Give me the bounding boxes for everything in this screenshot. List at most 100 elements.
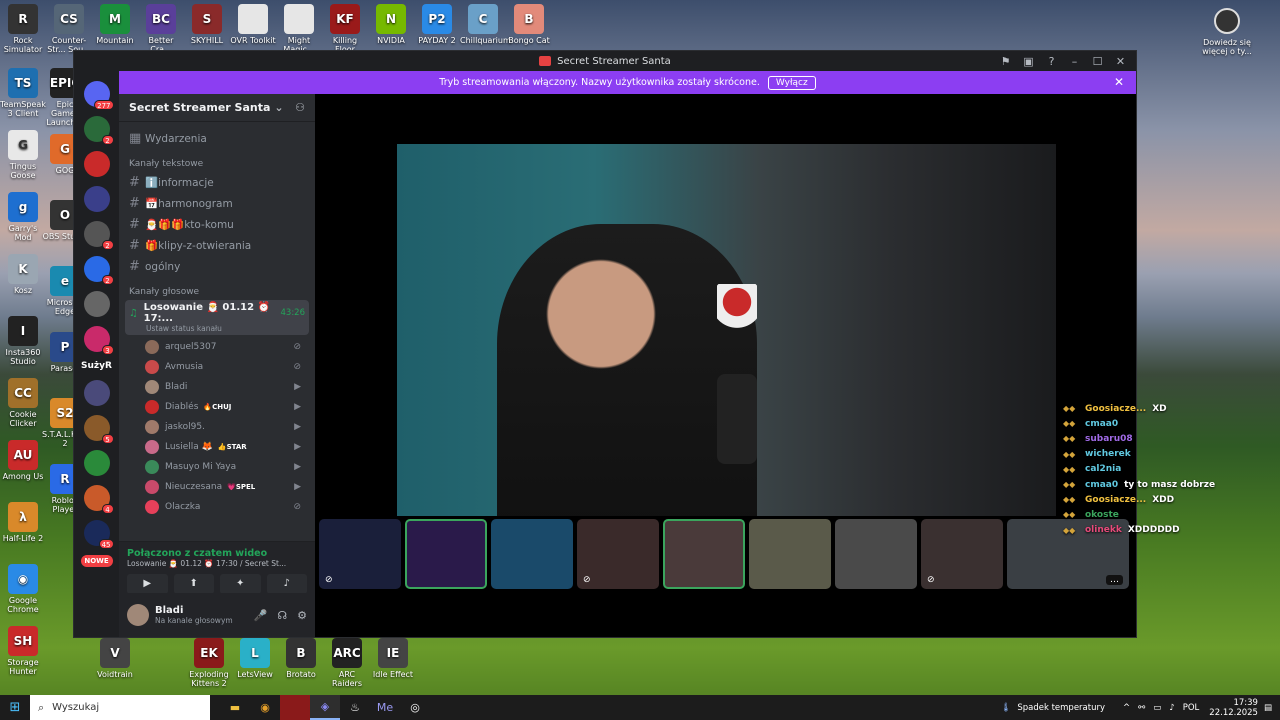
volume-icon[interactable]: ♪ [1169, 703, 1174, 713]
participant-tile[interactable] [663, 519, 745, 589]
voice-user[interactable]: Nieuczesana 💗SPEL ▶ [125, 477, 309, 497]
text-channel[interactable]: # ogólny [125, 256, 309, 277]
direct-messages-icon[interactable]: 277 [83, 81, 114, 110]
steam-icon[interactable]: ♨ [340, 695, 370, 720]
inbox-icon[interactable]: ⚑ [994, 55, 1017, 68]
server-icon[interactable] [83, 291, 110, 317]
more-options-icon[interactable]: … [1106, 575, 1123, 585]
desktop-icon[interactable]: λ Half-Life 2 [0, 502, 46, 543]
notifications-icon[interactable]: ▤ [1264, 703, 1272, 713]
server-icon[interactable]: 2 [83, 116, 114, 145]
text-channel[interactable]: # 📅harmonogram [125, 193, 309, 214]
media-encoder-icon[interactable]: Me [370, 695, 400, 720]
activities-button[interactable]: ✦ [220, 574, 261, 594]
participant-tile[interactable]: ⊘ [921, 519, 1003, 589]
participant-tile[interactable]: ⊘ [577, 519, 659, 589]
voice-user[interactable]: Olaczka ⊘ [125, 497, 309, 517]
text-category[interactable]: Kanały tekstowe [129, 159, 309, 169]
voice-user[interactable]: Avmusia ⊘ [125, 357, 309, 377]
voice-channel[interactable]: ♫ Losowanie 🎅 01.12 ⏰ 17:... 43:26 Ustaw… [125, 300, 309, 335]
settings-gear-icon[interactable]: ⚙ [297, 609, 307, 622]
set-channel-status[interactable]: Ustaw status kanału [129, 324, 305, 333]
weather-widget[interactable]: 🌡 Spadek temperatury [1001, 703, 1105, 713]
participant-tile[interactable]: ⊘ [319, 519, 401, 589]
desktop-icon[interactable]: P2 PAYDAY 2 [414, 4, 460, 45]
desktop-icon[interactable]: G Tingus Goose [0, 130, 46, 180]
voice-user[interactable]: Diablés 🔥CHUJ ▶ [125, 397, 309, 417]
server-icon[interactable] [83, 380, 110, 406]
desktop-icon[interactable]: ARC ARC Raiders [324, 638, 370, 688]
maximize-icon[interactable]: ☐ [1086, 55, 1109, 68]
desktop-icon[interactable]: IE Idle Effect [370, 638, 416, 679]
desktop-icon[interactable]: R Rock Simulator [0, 4, 46, 54]
desktop-icon[interactable]: B Bongo Cat [506, 4, 552, 45]
desktop-icon[interactable]: CS Counter-Str... Sou... [46, 4, 92, 54]
server-icon[interactable]: 2 [83, 221, 114, 250]
banner-close-icon[interactable]: ✕ [1114, 75, 1124, 89]
desktop-icon[interactable]: N NVIDIA [368, 4, 414, 45]
server-folder-label[interactable]: SużyR [74, 361, 119, 371]
desktop-icon[interactable]: CC Cookie Clicker [0, 378, 46, 428]
participant-tile[interactable] [749, 519, 831, 589]
desktop-icon[interactable]: I Insta360 Studio [0, 316, 46, 366]
close-icon[interactable]: ✕ [1109, 55, 1132, 68]
server-icon[interactable]: 45 [83, 520, 114, 549]
desktop-icon[interactable]: SH Storage Hunter [0, 626, 46, 676]
tray-chevron-icon[interactable]: ^ [1123, 703, 1130, 713]
voice-category[interactable]: Kanały głosowe [129, 287, 309, 297]
desktop-icon[interactable]: S SKYHILL [184, 4, 230, 45]
server-icon[interactable] [83, 450, 110, 476]
disable-streamer-mode-button[interactable]: Wyłącz [767, 75, 816, 90]
taskbar-search[interactable]: ⌕ Wyszukaj [30, 695, 210, 720]
desktop-icon[interactable]: Might Magic... [276, 4, 322, 54]
server-icon[interactable]: 2 [83, 256, 114, 285]
desktop-icon[interactable]: TS TeamSpeak 3 Client [0, 68, 46, 118]
guild-header[interactable]: Secret Streamer Santa ⌄ ⚇ [119, 94, 315, 122]
microphone-icon[interactable]: 🎤 [254, 609, 268, 622]
chrome-icon[interactable]: ◉ [250, 695, 280, 720]
desktop-icon[interactable]: g Garry's Mod [0, 192, 46, 242]
windows-start-icon[interactable]: ⊞ [0, 700, 30, 715]
obs-taskbar-icon[interactable]: ◎ [400, 695, 430, 720]
main-stream-video[interactable] [397, 144, 1056, 516]
minimize-icon[interactable]: – [1063, 55, 1086, 68]
language-indicator[interactable]: POL [1183, 703, 1200, 713]
camera-button[interactable]: ▶ [127, 574, 168, 594]
server-icon[interactable]: 5 [83, 415, 114, 444]
file-explorer-icon[interactable]: ▬ [220, 695, 250, 720]
desktop-icon[interactable]: M Mountain [92, 4, 138, 45]
desktop-icon[interactable]: C Chillquarium [460, 4, 511, 45]
server-icon[interactable]: 4 [83, 485, 114, 514]
network-icon[interactable]: ⚯ [1138, 703, 1145, 713]
help-icon[interactable]: ? [1040, 55, 1063, 68]
text-channel[interactable]: # 🎅🎁🎁kto-komu [125, 214, 309, 235]
desktop-icon[interactable]: AU Among Us [0, 440, 46, 481]
server-icon[interactable]: 3 [83, 326, 114, 355]
voice-user[interactable]: Lusiella 🦊 👍STAR ▶ [125, 437, 309, 457]
desktop-icon[interactable]: B Brotato [278, 638, 324, 679]
headphones-icon[interactable]: ☊ [277, 609, 287, 622]
app-red-icon[interactable] [280, 695, 310, 720]
screen-share-button[interactable]: ⬆ [173, 574, 214, 594]
desktop-icon[interactable]: V Voidtrain [92, 638, 138, 679]
desktop-icon[interactable]: ◉ Google Chrome [0, 564, 46, 614]
connection-status[interactable]: Połączono z czatem wideo [127, 548, 307, 559]
voice-user[interactable]: Masuyo Mi Yaya ▶ [125, 457, 309, 477]
desktop-icon[interactable]: EK Exploding Kittens 2 [186, 638, 232, 688]
voice-user[interactable]: arquel5307 ⊘ [125, 337, 309, 357]
clock[interactable]: 17:39 22.12.2025 [1209, 698, 1258, 718]
screen-icon[interactable]: ▣ [1017, 55, 1040, 68]
desktop-icon[interactable]: L LetsView [232, 638, 278, 679]
text-channel[interactable]: # ℹ️informacje [125, 172, 309, 193]
soundboard-button[interactable]: ♪ [266, 574, 307, 594]
participant-tile[interactable] [835, 519, 917, 589]
voice-user[interactable]: jaskol95. ▶ [125, 417, 309, 437]
events-item[interactable]: ▦ Wydarzenia [125, 128, 309, 149]
participant-tile[interactable] [491, 519, 573, 589]
desktop-icon[interactable]: BCBetter Cra... [138, 4, 184, 54]
server-icon[interactable] [83, 186, 110, 212]
desktop-icon[interactable]: K Kosz [0, 254, 46, 295]
desktop-icon[interactable]: OVR Toolkit [230, 4, 276, 45]
text-channel[interactable]: # 🎁klipy-z-otwierania [125, 235, 309, 256]
battery-icon[interactable]: ▭ [1153, 703, 1161, 713]
